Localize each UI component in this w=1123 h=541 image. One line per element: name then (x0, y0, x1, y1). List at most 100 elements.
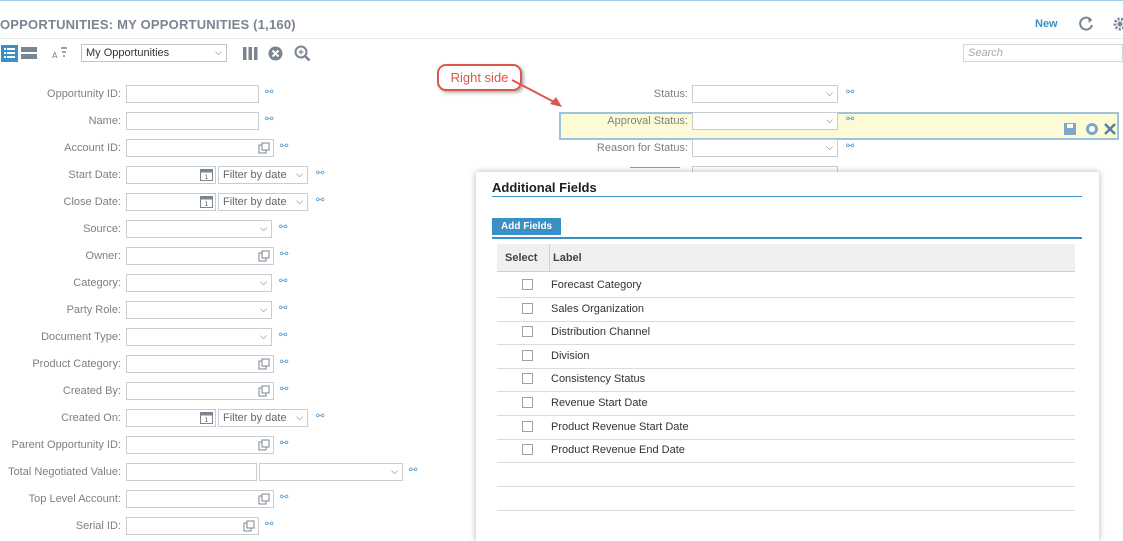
filter-label: Product Category: (32, 358, 121, 370)
filter-input[interactable] (126, 139, 274, 157)
currency-select[interactable]: ⌵ (259, 463, 403, 481)
variable-help-icon[interactable]: ⚯ (846, 87, 854, 98)
field-label: Consistency Status (551, 373, 646, 386)
filter-select[interactable]: ⌵ (126, 328, 272, 346)
table-view-icon[interactable] (21, 46, 37, 65)
column-header-select: Select (505, 252, 538, 264)
sort-icon[interactable]: A (52, 45, 68, 66)
select-checkbox[interactable] (522, 279, 533, 290)
clear-filter-icon[interactable] (268, 46, 283, 66)
column-divider (549, 244, 550, 272)
value-help-popup-icon[interactable] (258, 384, 270, 402)
variable-help-icon[interactable]: ⚯ (316, 411, 324, 422)
variable-help-icon[interactable]: ⚯ (316, 195, 324, 206)
value-help-popup-icon[interactable] (258, 249, 270, 267)
table-row[interactable]: Distribution Channel (497, 321, 1075, 346)
calendar-icon[interactable]: 1 (200, 168, 213, 186)
table-row[interactable]: Consistency Status (497, 368, 1075, 393)
table-row[interactable]: Sales Organization (497, 298, 1075, 322)
tab-add-fields[interactable]: Add Fields (492, 218, 562, 235)
variable-help-icon[interactable]: ⚯ (280, 357, 288, 368)
column-header-label: Label (553, 252, 582, 264)
table-header: Select Label (497, 244, 1075, 272)
variable-help-icon[interactable]: ⚯ (265, 87, 273, 98)
filter-input[interactable] (126, 382, 274, 400)
variable-help-icon[interactable]: ⚯ (280, 141, 288, 152)
chevron-down-icon: ⌵ (260, 304, 267, 314)
filter-input[interactable] (126, 85, 259, 103)
filter-label: Reason for Status: (596, 142, 688, 154)
date-filter-value: Filter by date (223, 169, 287, 181)
refresh-icon[interactable] (1077, 15, 1095, 33)
filter-input[interactable] (126, 355, 274, 373)
filter-select[interactable]: ⌵ (692, 139, 838, 157)
select-checkbox[interactable] (522, 302, 533, 314)
date-input[interactable]: 1 (126, 409, 216, 427)
variable-help-icon[interactable]: ⚯ (316, 168, 324, 179)
table-row[interactable]: Division (497, 345, 1075, 369)
columns-icon[interactable] (243, 46, 258, 66)
date-filter-select[interactable]: Filter by date ⌵ (218, 193, 308, 211)
select-checkbox[interactable] (522, 420, 533, 432)
filter-select[interactable]: ⌵ (692, 112, 838, 130)
filter-input[interactable] (126, 112, 259, 130)
new-button[interactable]: New (1035, 18, 1058, 30)
variable-help-icon[interactable]: ⚯ (279, 276, 287, 287)
filter-select[interactable]: ⌵ (126, 220, 272, 238)
svg-text:1: 1 (205, 201, 209, 208)
select-checkbox[interactable] (522, 397, 533, 408)
filter-input[interactable] (126, 490, 274, 508)
variable-help-icon[interactable]: ⚯ (846, 114, 854, 125)
calendar-icon[interactable]: 1 (200, 411, 213, 429)
chevron-down-icon: ⌵ (296, 196, 303, 206)
gear-icon[interactable] (1111, 15, 1123, 33)
list-view-icon[interactable] (1, 45, 18, 62)
table-row[interactable]: Product Revenue End Date (497, 439, 1075, 464)
date-filter-select[interactable]: Filter by date ⌵ (218, 409, 308, 427)
filter-select[interactable]: ⌵ (126, 301, 272, 319)
filter-label: Created On: (61, 412, 121, 424)
filter-input[interactable] (126, 247, 274, 265)
variable-help-icon[interactable]: ⚯ (409, 465, 417, 476)
view-select[interactable]: My Opportunities ⌵ (81, 44, 227, 62)
variable-help-icon[interactable]: ⚯ (279, 303, 287, 314)
select-checkbox[interactable] (522, 444, 533, 456)
value-help-popup-icon[interactable] (243, 519, 255, 537)
date-filter-select[interactable]: Filter by date ⌵ (218, 166, 308, 184)
filter-input[interactable] (126, 517, 259, 535)
variable-help-icon[interactable]: ⚯ (279, 330, 287, 341)
variable-help-icon[interactable]: ⚯ (265, 519, 273, 530)
amount-input[interactable] (126, 463, 257, 481)
field-label: Division (551, 349, 590, 362)
date-filter-value: Filter by date (223, 412, 287, 424)
search-input[interactable]: Search (963, 44, 1123, 62)
table-row[interactable]: Forecast Category (497, 274, 1075, 298)
variable-help-icon[interactable]: ⚯ (280, 384, 288, 395)
variable-help-icon[interactable]: ⚯ (280, 492, 288, 503)
variable-help-icon[interactable]: ⚯ (280, 249, 288, 260)
value-help-popup-icon[interactable] (258, 141, 270, 159)
empty-row-rule (497, 486, 1075, 487)
filter-select[interactable]: ⌵ (126, 274, 272, 292)
filter-select[interactable]: ⌵ (692, 85, 838, 103)
variable-help-icon[interactable]: ⚯ (846, 141, 854, 152)
chevron-down-icon: ⌵ (826, 88, 833, 98)
calendar-icon[interactable]: 1 (200, 195, 213, 213)
select-checkbox[interactable] (522, 326, 533, 338)
table-row[interactable]: Revenue Start Date (497, 392, 1075, 416)
value-help-popup-icon[interactable] (258, 438, 270, 456)
filter-label: Approval Status: (607, 115, 688, 127)
variable-help-icon[interactable]: ⚯ (279, 222, 287, 233)
filter-input[interactable] (126, 436, 274, 454)
table-row[interactable]: Product Revenue Start Date (497, 416, 1075, 440)
date-input[interactable]: 1 (126, 193, 216, 211)
date-input[interactable]: 1 (126, 166, 216, 184)
select-checkbox[interactable] (522, 349, 533, 361)
variable-help-icon[interactable]: ⚯ (280, 438, 288, 449)
select-checkbox[interactable] (522, 373, 533, 385)
value-help-popup-icon[interactable] (258, 357, 270, 375)
variable-help-icon[interactable]: ⚯ (265, 114, 273, 125)
value-help-popup-icon[interactable] (258, 492, 270, 510)
advanced-search-icon[interactable] (294, 45, 311, 67)
filter-label: Created By: (62, 385, 121, 397)
